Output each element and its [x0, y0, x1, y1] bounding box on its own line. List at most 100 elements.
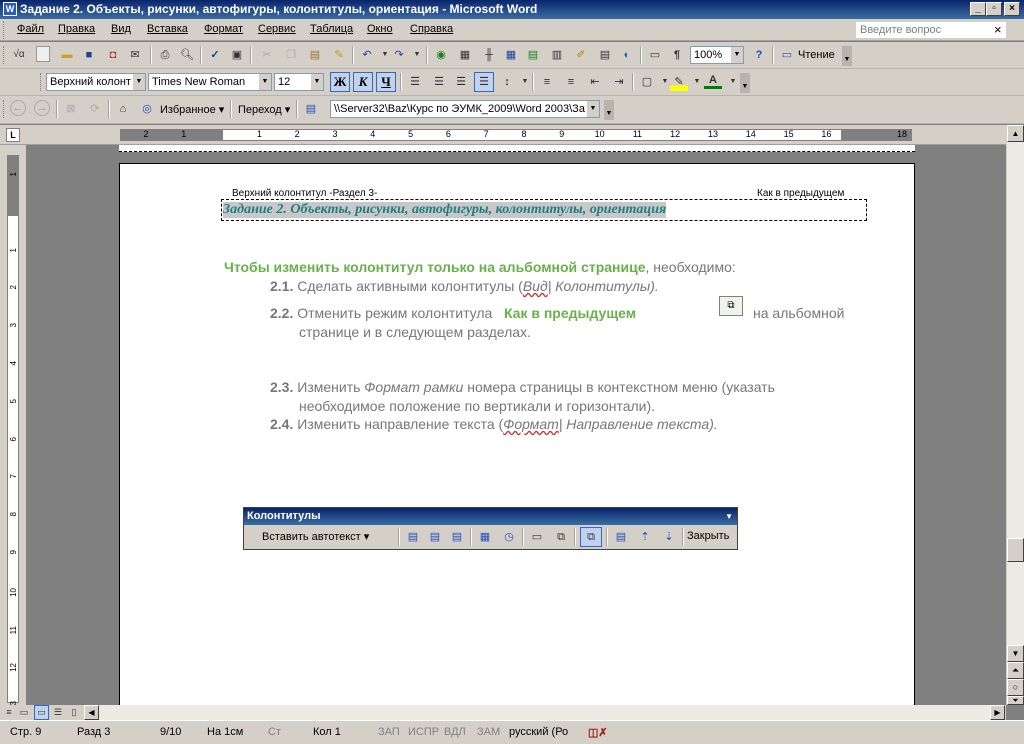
spelling-status-icon[interactable]: ◫✗	[588, 726, 608, 739]
paste-icon[interactable]: ▤	[306, 46, 324, 64]
document-area[interactable]: Верхний колонтитул -Раздел 3- Как в пред…	[26, 145, 1006, 705]
refresh-icon[interactable]: ⟳	[86, 100, 104, 118]
header-footer-toolbar-title[interactable]: Колонтитулы ▼	[244, 508, 737, 525]
borders-icon[interactable]: ▢	[638, 73, 656, 91]
numbering-icon[interactable]: ≡	[538, 73, 556, 91]
status-overtype[interactable]: ЗАМ	[477, 726, 500, 738]
equation-icon[interactable]: √α	[10, 46, 28, 64]
undo-icon[interactable]: ↶	[358, 46, 376, 64]
insert-table-icon[interactable]: ▦	[502, 46, 520, 64]
thumbnails-icon[interactable]: ▭	[646, 46, 664, 64]
bold-button[interactable]: Ж	[330, 72, 350, 92]
document-map-icon[interactable]: ▤	[596, 46, 614, 64]
print-icon[interactable]: ⎙	[156, 46, 174, 64]
page[interactable]: Верхний колонтитул -Раздел 3- Как в пред…	[119, 163, 915, 705]
web-layout-icon[interactable]: ▭	[17, 705, 31, 719]
insert-excel-icon[interactable]: ▤	[524, 46, 542, 64]
format-page-number-icon[interactable]: ▤	[448, 528, 466, 546]
toolbar-options-icon[interactable]: ▼	[604, 100, 614, 120]
goto-menu[interactable]: Переход ▾	[238, 103, 290, 116]
vertical-scrollbar[interactable]: ▲ ▼ ⏶ ○ ⏷	[1006, 125, 1024, 705]
menu-view[interactable]: Вид	[111, 23, 131, 35]
normal-view-icon[interactable]: ≡	[2, 705, 16, 719]
next-page-icon[interactable]: ⏷	[1007, 696, 1024, 705]
tab-selector[interactable]: L	[6, 128, 20, 142]
toolbar-options-icon[interactable]: ▼	[842, 46, 852, 66]
format-painter-icon[interactable]: ✎	[330, 46, 348, 64]
justify-icon[interactable]: ☰	[474, 72, 494, 92]
menu-file[interactable]: Файл	[17, 23, 44, 35]
status-track-changes[interactable]: ИСПР	[408, 726, 439, 738]
menu-help[interactable]: Справка	[410, 23, 453, 35]
status-record-macro[interactable]: ЗАП	[378, 726, 400, 738]
reading-view-icon[interactable]: ▯	[67, 705, 81, 719]
previous-page-icon[interactable]: ⏶	[1007, 662, 1024, 679]
decrease-indent-icon[interactable]: ⇤	[586, 73, 604, 91]
bullets-icon[interactable]: ≡	[562, 73, 580, 91]
menu-table[interactable]: Таблица	[310, 23, 353, 35]
close-doc-icon[interactable]: ×	[994, 22, 1002, 37]
back-icon[interactable]: ←	[10, 100, 26, 116]
italic-button[interactable]: К	[353, 72, 373, 92]
insert-page-number-icon[interactable]: ▤	[404, 528, 422, 546]
align-center-icon[interactable]: ☰	[430, 73, 448, 91]
line-spacing-icon[interactable]: ↕	[498, 73, 516, 91]
menu-window[interactable]: Окно	[367, 23, 393, 35]
font-color-icon[interactable]: A	[704, 73, 722, 89]
show-previous-icon[interactable]: ⇡	[636, 528, 654, 546]
scroll-left-icon[interactable]: ◀	[84, 705, 99, 720]
menu-tools[interactable]: Сервис	[258, 23, 296, 35]
chevron-down-icon[interactable]: ▼	[725, 508, 733, 525]
ask-question-input[interactable]: Введите вопрос	[856, 22, 1006, 38]
readability-icon[interactable]: ◐	[618, 46, 636, 64]
menu-edit[interactable]: Правка	[58, 23, 95, 35]
new-document-icon[interactable]	[36, 46, 50, 62]
toolbar-grip[interactable]	[3, 100, 6, 118]
draw-table-icon[interactable]: ╫	[480, 46, 498, 64]
home-icon[interactable]: ⌂	[114, 100, 132, 118]
spelling-icon[interactable]: ✓	[206, 46, 224, 64]
show-next-icon[interactable]: ⇣	[660, 528, 678, 546]
save-icon[interactable]: ■	[80, 46, 98, 64]
address-field[interactable]: \\Server32\Baz\Курс по ЭУМК_2009\Word 20…	[330, 100, 600, 118]
close-button[interactable]: ×	[1004, 2, 1020, 16]
scroll-down-icon[interactable]: ▼	[1007, 645, 1024, 662]
insert-autotext-menu[interactable]: Вставить автотекст ▾	[262, 530, 369, 543]
menu-insert[interactable]: Вставка	[147, 23, 188, 35]
hyperlink-icon[interactable]: ◉	[432, 46, 450, 64]
link-to-previous-button[interactable]: ⧉	[580, 527, 602, 547]
help-icon[interactable]: ?	[750, 46, 768, 64]
scroll-up-icon[interactable]: ▲	[1007, 125, 1024, 142]
insert-time-icon[interactable]: ◷	[500, 528, 518, 546]
outline-view-icon[interactable]: ☰	[51, 705, 65, 719]
chevron-down-icon[interactable]: ▼	[408, 46, 426, 64]
maximize-button[interactable]: ▫	[986, 2, 1002, 16]
align-left-icon[interactable]: ☰	[406, 73, 424, 91]
status-extend[interactable]: ВДЛ	[444, 726, 466, 738]
show-hide-icon[interactable]: ¶	[668, 46, 686, 64]
style-select[interactable]: Верхний колонт ▼	[46, 73, 146, 91]
toolbar-grip[interactable]	[40, 73, 43, 91]
columns-icon[interactable]: ▥	[548, 46, 566, 64]
open-icon[interactable]: ▬	[58, 46, 76, 64]
show-only-web-toolbar-icon[interactable]: ▤	[302, 100, 320, 118]
search-web-icon[interactable]: ◎	[138, 100, 156, 118]
select-browse-object-icon[interactable]: ○	[1007, 679, 1024, 696]
page-setup-icon[interactable]: ▭	[528, 528, 546, 546]
vertical-ruler-bar[interactable]: 112345678910111213	[7, 155, 19, 710]
scroll-thumb[interactable]	[1007, 538, 1024, 562]
permission-icon[interactable]: ◘	[104, 46, 122, 64]
toolbar-options-icon[interactable]: ▼	[740, 73, 750, 93]
favorites-menu[interactable]: Избранное ▾	[160, 103, 224, 116]
stop-icon[interactable]: ⊠	[62, 100, 80, 118]
close-header-footer-button[interactable]: Закрыть	[687, 530, 729, 542]
header-text[interactable]: Задание 2. Объекты, рисунки, автофигуры,…	[223, 202, 667, 218]
research-icon[interactable]: ▣	[228, 46, 246, 64]
redo-icon[interactable]: ↷	[390, 46, 408, 64]
highlight-icon[interactable]: ✎	[670, 73, 688, 91]
cut-icon[interactable]: ✂	[258, 46, 276, 64]
copy-icon[interactable]: ❐	[282, 46, 300, 64]
ruler-bar[interactable]: 2 1 1 2 3 4 5 6 7 8 9 10 11 12 13 14 15 16 18	[120, 129, 912, 141]
insert-number-of-pages-icon[interactable]: ▤	[426, 528, 444, 546]
align-right-icon[interactable]: ☰	[452, 73, 470, 91]
